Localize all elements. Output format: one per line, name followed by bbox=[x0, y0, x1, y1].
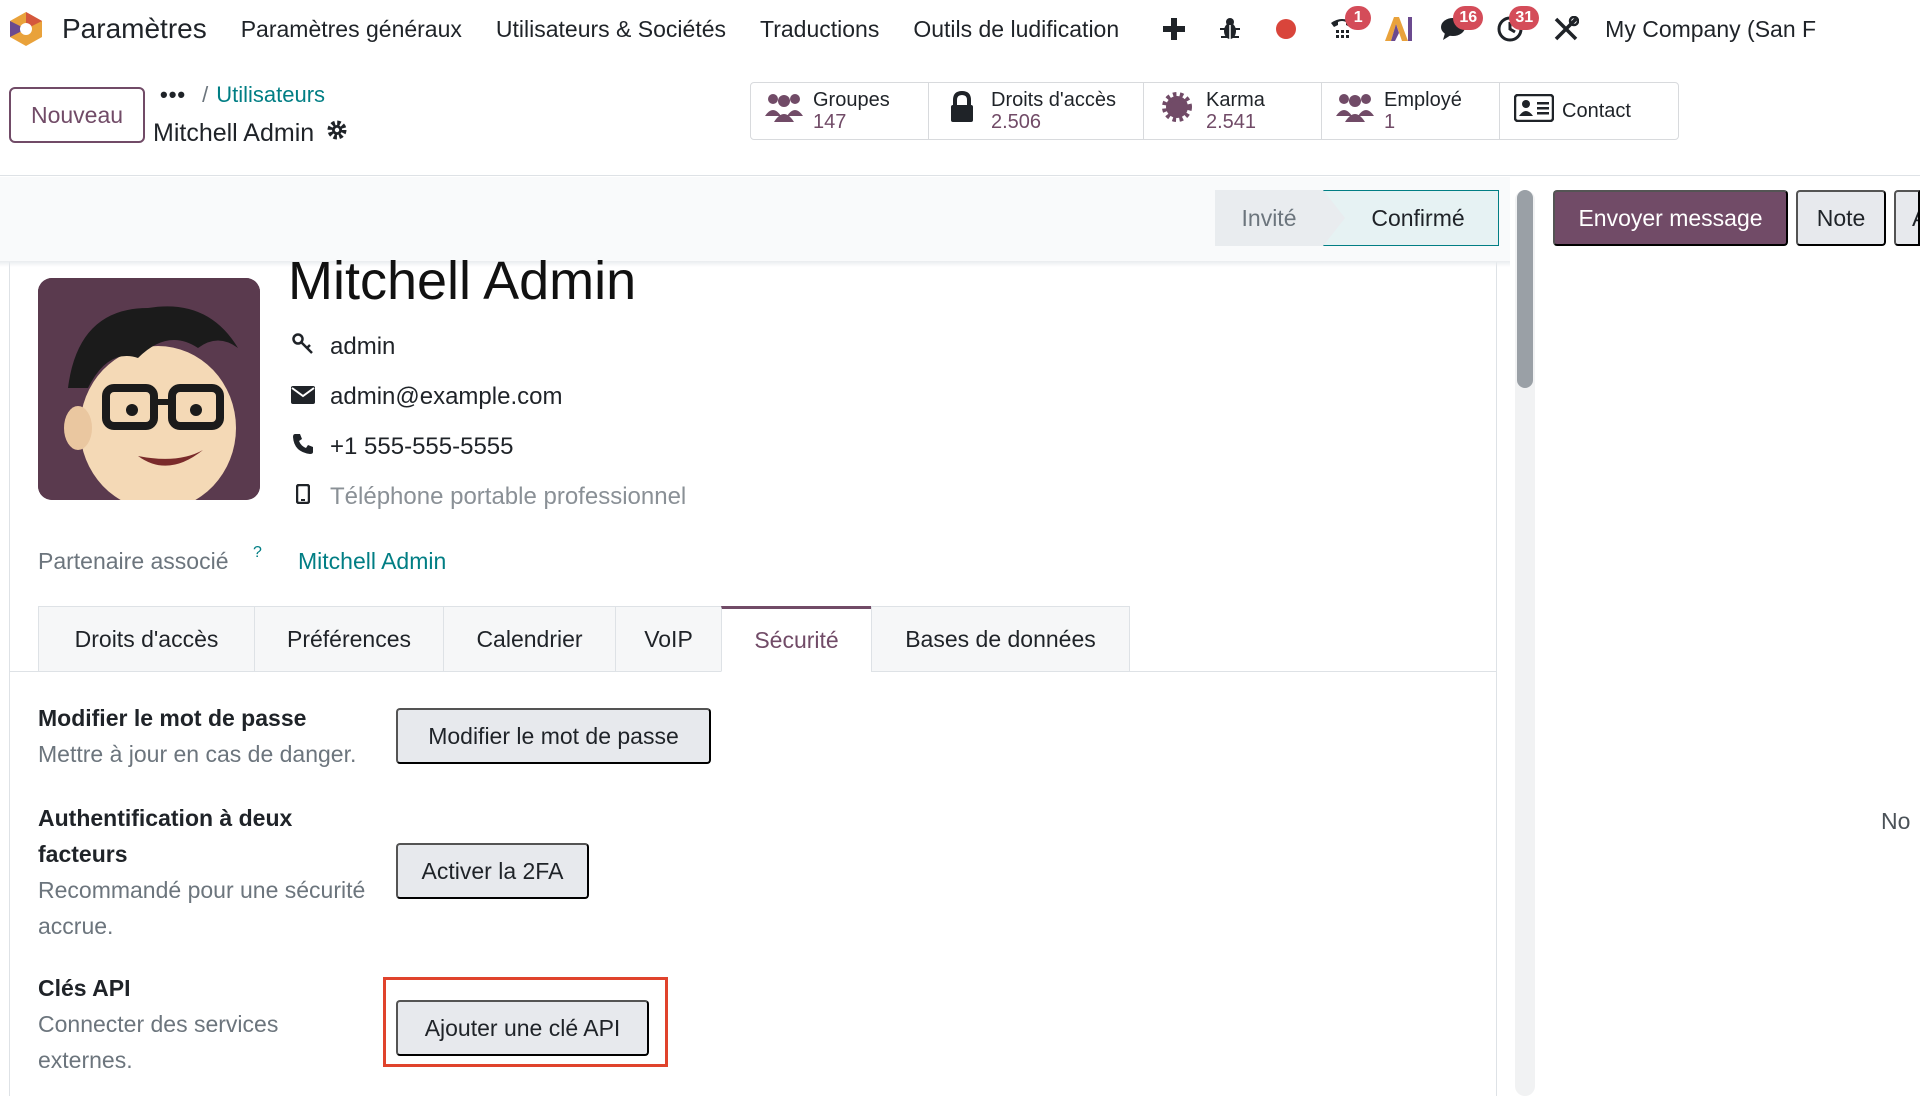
activities-badge: 31 bbox=[1509, 6, 1540, 30]
smart-access-rights-value: 2.506 bbox=[991, 111, 1042, 133]
status-bar: Invité Confirmé bbox=[1215, 190, 1499, 246]
email-row[interactable]: admin@example.com bbox=[288, 383, 562, 411]
smart-karma-value: 2.541 bbox=[1206, 111, 1257, 133]
company-switcher[interactable]: My Company (San F bbox=[1605, 16, 1816, 43]
api-keys-title: Clés API bbox=[38, 975, 131, 1001]
smart-employee-value: 1 bbox=[1384, 111, 1396, 133]
form-tabs: Droits d'accès Préférences Calendrier Vo… bbox=[38, 606, 1130, 672]
voip-badge: 1 bbox=[1345, 6, 1372, 30]
menu-general-settings[interactable]: Paramètres généraux bbox=[241, 16, 462, 43]
phone-row[interactable]: +1 555-555-5555 bbox=[288, 433, 514, 461]
mobile-input[interactable]: Téléphone portable professionnel bbox=[330, 483, 686, 511]
password-desc: Mettre à jour en cas de danger. bbox=[38, 741, 357, 767]
stage-confirmed[interactable]: Confirmé bbox=[1323, 190, 1499, 246]
password-title: Modifier le mot de passe bbox=[38, 705, 307, 731]
smart-groups-value: 147 bbox=[813, 111, 847, 133]
form-scrollbar-thumb[interactable] bbox=[1517, 190, 1533, 388]
smart-contact-label: Contact bbox=[1562, 100, 1631, 122]
menu-gamification-tools[interactable]: Outils de ludification bbox=[913, 16, 1119, 43]
breadcrumb-separator: / bbox=[202, 82, 209, 107]
api-keys-desc-line1: Connecter des services bbox=[38, 1011, 279, 1037]
ai-icon[interactable] bbox=[1377, 8, 1419, 50]
new-button[interactable]: Nouveau bbox=[9, 87, 145, 143]
tab-access-rights[interactable]: Droits d'accès bbox=[38, 606, 254, 672]
activities-button[interactable]: Activités bbox=[1894, 190, 1920, 246]
highlight-box bbox=[383, 977, 668, 1067]
smart-buttons-bar: Groupes 147 Droits d'accès 2.506 Karma 2… bbox=[750, 82, 1679, 140]
partner-label: Partenaire associé bbox=[38, 548, 229, 574]
breadcrumb: ••• / Utilisateurs bbox=[160, 82, 325, 108]
envelope-icon bbox=[288, 384, 318, 410]
mobile-row[interactable]: Téléphone portable professionnel bbox=[288, 483, 686, 511]
stage-confirmed-label: Confirmé bbox=[1371, 204, 1465, 231]
voip-phone-icon[interactable]: 1 bbox=[1321, 6, 1372, 50]
tab-databases[interactable]: Bases de données bbox=[871, 606, 1130, 672]
record-dot-icon[interactable] bbox=[1265, 8, 1307, 50]
chatter-panel bbox=[1537, 177, 1920, 1096]
user-name[interactable]: Mitchell Admin bbox=[288, 250, 636, 312]
twofa-title-line1: Authentification à deux bbox=[38, 805, 293, 831]
messages-badge: 16 bbox=[1453, 6, 1484, 30]
smart-groups-label: Groupes bbox=[813, 89, 890, 111]
phone-value: +1 555-555-5555 bbox=[330, 433, 514, 460]
app-title[interactable]: Paramètres bbox=[62, 13, 207, 45]
app-logo-icon[interactable] bbox=[6, 9, 46, 49]
partner-help-tooltip[interactable]: ? bbox=[253, 544, 262, 562]
key-icon bbox=[288, 333, 318, 361]
smart-access-rights-label: Droits d'accès bbox=[991, 89, 1116, 111]
record-title-row: Mitchell Admin bbox=[153, 119, 348, 148]
login-row[interactable]: admin bbox=[288, 333, 395, 361]
record-title: Mitchell Admin bbox=[153, 119, 315, 147]
breadcrumb-ellipsis[interactable]: ••• bbox=[160, 82, 186, 108]
smart-button-karma[interactable]: Karma 2.541 bbox=[1144, 83, 1322, 139]
smart-button-employee[interactable]: Employé 1 bbox=[1322, 83, 1500, 139]
control-panel: Nouveau ••• / Utilisateurs Mitchell Admi… bbox=[0, 58, 1920, 176]
badge-icon bbox=[1158, 91, 1196, 131]
email-value: admin@example.com bbox=[330, 383, 563, 410]
smart-button-contact[interactable]: Contact bbox=[1500, 83, 1678, 139]
tools-icon[interactable] bbox=[1545, 8, 1587, 50]
twofa-desc-line2: accrue. bbox=[38, 913, 114, 939]
plus-icon[interactable] bbox=[1153, 8, 1195, 50]
gear-icon[interactable] bbox=[326, 119, 348, 148]
contact-card-icon bbox=[1513, 93, 1555, 130]
bug-icon[interactable] bbox=[1209, 8, 1251, 50]
tab-preferences[interactable]: Préférences bbox=[254, 606, 443, 672]
mobile-icon bbox=[288, 483, 318, 510]
login-value: admin bbox=[330, 333, 396, 360]
lock-icon bbox=[943, 90, 981, 131]
users-icon bbox=[765, 92, 803, 130]
top-navbar: Paramètres Paramètres généraux Utilisate… bbox=[0, 0, 1920, 58]
log-note-button[interactable]: Note bbox=[1796, 190, 1886, 246]
tab-calendar[interactable]: Calendrier bbox=[443, 606, 615, 672]
sheet-shadow bbox=[0, 261, 1510, 267]
activities-clock-icon[interactable]: 31 bbox=[1489, 6, 1540, 50]
change-password-button[interactable]: Modifier le mot de passe bbox=[396, 708, 711, 764]
menu-users-companies[interactable]: Utilisateurs & Sociétés bbox=[496, 16, 726, 43]
smart-karma-label: Karma bbox=[1206, 89, 1265, 111]
breadcrumb-users-link[interactable]: Utilisateurs bbox=[216, 82, 325, 108]
stage-invited[interactable]: Invité bbox=[1215, 190, 1323, 246]
user-avatar[interactable] bbox=[38, 278, 260, 500]
tab-voip[interactable]: VoIP bbox=[615, 606, 721, 672]
smart-button-access-rights[interactable]: Droits d'accès 2.506 bbox=[929, 83, 1144, 139]
send-message-button[interactable]: Envoyer message bbox=[1553, 190, 1788, 246]
smart-employee-label: Employé bbox=[1384, 89, 1462, 111]
tab-security[interactable]: Sécurité bbox=[721, 606, 871, 672]
api-keys-desc-line2: externes. bbox=[38, 1047, 133, 1073]
twofa-desc-line1: Recommandé pour une sécurité bbox=[38, 877, 366, 903]
users-icon bbox=[1336, 92, 1374, 130]
twofa-title-line2: facteurs bbox=[38, 841, 128, 867]
phone-icon bbox=[288, 433, 318, 461]
menu-translations[interactable]: Traductions bbox=[760, 16, 879, 43]
enable-2fa-button[interactable]: Activer la 2FA bbox=[396, 843, 589, 899]
messages-icon[interactable]: 16 bbox=[1433, 6, 1484, 50]
chatter-empty-text: No bbox=[1881, 808, 1911, 834]
smart-button-groups[interactable]: Groupes 147 bbox=[751, 83, 929, 139]
partner-link[interactable]: Mitchell Admin bbox=[298, 548, 446, 575]
